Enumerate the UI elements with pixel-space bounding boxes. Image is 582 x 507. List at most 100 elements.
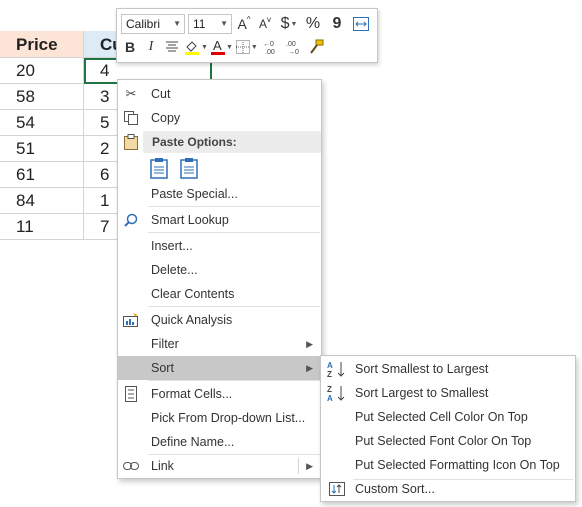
comma-style-button[interactable]: 9 (328, 14, 346, 34)
menu-item-smart-lookup[interactable]: Smart Lookup (118, 208, 321, 232)
svg-text:A: A (327, 361, 333, 370)
submenu-arrow-icon: ▶ (306, 339, 313, 349)
menu-item-label: Put Selected Cell Color On Top (355, 410, 528, 424)
price-cell[interactable]: 58 (0, 84, 84, 110)
price-cell[interactable]: 20 (0, 58, 84, 84)
cell-color-on-top-item[interactable]: Put Selected Cell Color On Top (321, 405, 575, 429)
merge-cells-icon (353, 17, 369, 31)
svg-text:Z: Z (327, 370, 332, 378)
decrease-font-size-button[interactable]: Av (256, 14, 274, 34)
formatting-icon-on-top-item[interactable]: Put Selected Formatting Icon On Top (321, 453, 575, 477)
borders-button[interactable]: ▼ (235, 37, 258, 57)
menu-item-label: Quick Analysis (151, 313, 233, 327)
grow-font-icon: A (237, 16, 247, 32)
format-painter-button[interactable] (307, 37, 325, 57)
decrease-decimal-icon: .00 →0 (286, 41, 299, 55)
submenu-arrow-icon: ▶ (306, 363, 313, 373)
menu-item-label: Paste Special... (151, 187, 238, 201)
font-color-button[interactable]: A ▼ (210, 37, 233, 57)
menu-item-cut[interactable]: ✂ Cut (118, 82, 321, 106)
increase-decimal-icon: ←0 .00 (263, 41, 275, 55)
menu-item-format-cells[interactable]: Format Cells... (118, 382, 321, 406)
svg-text:.00: .00 (265, 49, 275, 55)
italic-button[interactable]: I (142, 37, 160, 57)
svg-text:A: A (327, 394, 333, 402)
svg-text:←0: ←0 (263, 41, 274, 48)
merge-center-button[interactable] (352, 14, 370, 34)
menu-item-label: Copy (151, 111, 181, 125)
sort-smallest-to-largest-item[interactable]: AZ Sort Smallest to Largest (321, 357, 575, 381)
chevron-down-icon: ▼ (201, 43, 208, 51)
font-name-value: Calibri (126, 17, 161, 31)
paste-values-icon (180, 158, 198, 179)
menu-item-insert[interactable]: Insert... (118, 234, 321, 258)
paste-values-button[interactable] (178, 155, 200, 181)
font-name-select[interactable]: Calibri ▼ (121, 14, 185, 34)
comma-icon: 9 (332, 15, 342, 32)
percent-style-button[interactable]: % (304, 14, 322, 34)
bold-icon: B (124, 39, 136, 55)
menu-separator (148, 232, 320, 233)
paste-options-header: Paste Options: (143, 131, 321, 153)
align-center-button[interactable] (163, 37, 181, 57)
menu-item-label: Link (151, 459, 174, 473)
menu-item-filter[interactable]: Filter ▶ (118, 332, 321, 356)
menu-item-label: Pick From Drop-down List... (151, 411, 306, 425)
scissors-icon: ✂ (125, 86, 137, 101)
menu-item-label: Sort Largest to Smallest (355, 386, 489, 400)
menu-item-label: Delete... (151, 263, 198, 277)
menu-item-label: Define Name... (151, 435, 235, 449)
borders-icon (235, 40, 250, 54)
font-size-value: 11 (193, 17, 206, 31)
increase-decimal-button[interactable]: ←0 .00 (261, 37, 281, 57)
font-color-on-top-item[interactable]: Put Selected Font Color On Top (321, 429, 575, 453)
price-cell[interactable]: 54 (0, 110, 84, 136)
menu-item-label: Put Selected Formatting Icon On Top (355, 458, 560, 472)
menu-item-define-name[interactable]: Define Name... (118, 430, 321, 454)
paste-button[interactable] (148, 155, 170, 181)
svg-text:.00: .00 (286, 41, 296, 48)
price-cell[interactable]: 61 (0, 162, 84, 188)
sort-submenu: AZ Sort Smallest to Largest ZA Sort Larg… (320, 355, 576, 502)
menu-item-label: Insert... (151, 239, 193, 253)
price-cell[interactable]: 11 (0, 214, 84, 240)
shrink-font-icon: A (258, 17, 267, 31)
chevron-down-icon: ▼ (173, 19, 181, 28)
chevron-down-icon: ▼ (250, 43, 258, 51)
menu-item-delete[interactable]: Delete... (118, 258, 321, 282)
menu-item-pick-from-dropdown[interactable]: Pick From Drop-down List... (118, 406, 321, 430)
align-center-icon (166, 41, 178, 52)
italic-icon: I (148, 39, 154, 54)
chevron-down-icon: ▼ (220, 19, 228, 28)
increase-font-size-button[interactable]: A ^ (235, 14, 253, 34)
custom-sort-item[interactable]: Custom Sort... (321, 477, 575, 501)
paint-bucket-icon (185, 41, 199, 55)
sort-ascending-icon: AZ (327, 360, 347, 378)
menu-separator (148, 206, 320, 207)
menu-item-paste-special[interactable]: Paste Special... (118, 182, 321, 206)
submenu-arrow-icon[interactable]: ▶ (306, 454, 313, 478)
accounting-format-button[interactable]: $ ▼ (280, 14, 298, 34)
custom-sort-icon (327, 480, 347, 498)
menu-item-label: Smart Lookup (151, 213, 229, 227)
context-menu: ✂ Cut Copy Paste Options: Paste Special.… (117, 79, 322, 479)
fill-color-button[interactable]: ▼ (184, 37, 208, 57)
menu-item-label: Clear Contents (151, 287, 235, 301)
menu-item-label: Cut (151, 87, 171, 101)
svg-text:Z: Z (327, 385, 332, 394)
column-header-price[interactable]: Price (0, 31, 84, 58)
menu-item-quick-analysis[interactable]: Quick Analysis (118, 308, 321, 332)
menu-item-link[interactable]: Link ▶ (118, 454, 321, 478)
sort-descending-icon: ZA (327, 384, 347, 402)
sort-largest-to-smallest-item[interactable]: ZA Sort Largest to Smallest (321, 381, 575, 405)
decrease-decimal-button[interactable]: .00 →0 (284, 37, 304, 57)
menu-item-sort[interactable]: Sort ▶ (118, 356, 321, 380)
menu-item-label: Filter (151, 337, 179, 351)
menu-item-copy[interactable]: Copy (118, 106, 321, 130)
font-size-select[interactable]: 11 ▼ (188, 14, 232, 34)
price-cell[interactable]: 84 (0, 188, 84, 214)
quick-analysis-icon (123, 312, 139, 328)
bold-button[interactable]: B (121, 37, 139, 57)
price-cell[interactable]: 51 (0, 136, 84, 162)
menu-item-clear-contents[interactable]: Clear Contents (118, 282, 321, 306)
